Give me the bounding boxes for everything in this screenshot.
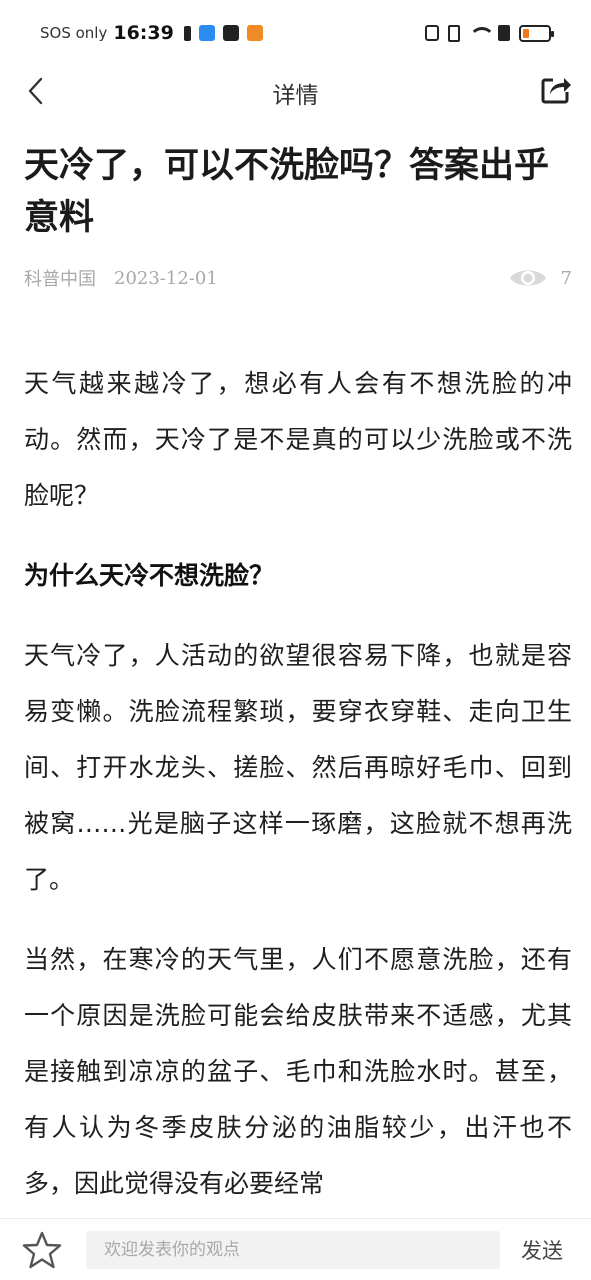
paragraph: 天气冷了，人活动的欲望很容易下降，也就是容易变懒。洗脸流程繁琐，要穿衣穿鞋、走向… — [24, 641, 572, 894]
share-button[interactable] — [539, 72, 573, 106]
eye-icon — [509, 270, 546, 286]
status-left: SOS only 16:39 — [40, 22, 263, 44]
wifi-icon — [469, 25, 495, 41]
article-title: 天冷了，可以不洗脸吗？答案出乎意料 — [24, 146, 550, 238]
battery-level — [523, 28, 529, 38]
clock: 16:39 — [113, 22, 174, 44]
article-source: 科普中国 — [24, 269, 96, 290]
share-icon — [541, 78, 571, 104]
favorite-button[interactable] — [22, 1230, 62, 1270]
article-body: 天气越来越冷了，想必有人会有不想洗脸的冲动。然而，天冷了是不是真的可以少洗脸或不… — [24, 356, 572, 1212]
section-heading: 为什么天冷不想洗脸？ — [24, 561, 275, 590]
star-icon — [22, 1231, 62, 1268]
nfc-icon — [425, 25, 439, 41]
upload-icon — [222, 25, 239, 41]
comment-bar: 发送 — [0, 1218, 591, 1280]
article-meta: 科普中国 2023-12-01 7 — [24, 262, 572, 294]
paragraph: 天气越来越冷了，想必有人会有不想洗脸的冲动。然而，天冷了是不是真的可以少洗脸或不… — [24, 369, 572, 510]
sim-alert-icon — [498, 25, 510, 41]
send-button[interactable]: 发送 — [515, 1234, 569, 1266]
status-right — [425, 24, 554, 42]
article-date: 2023-12-01 — [114, 267, 218, 289]
carrier-label: SOS only — [40, 24, 108, 42]
article: 天冷了，可以不洗脸吗？答案出乎意料 科普中国 2023-12-01 7 天气越来… — [24, 140, 572, 1236]
paragraph: 当然，在寒冷的天气里，人们不愿意洗脸，还有一个原因是洗脸可能会给皮肤带来不适感，… — [24, 945, 572, 1198]
news-app-icon — [246, 25, 263, 41]
battery-icon — [519, 24, 554, 42]
comment-input[interactable] — [86, 1230, 500, 1269]
status-bar: SOS only 16:39 — [0, 0, 591, 66]
nav-bar: 详情 — [0, 66, 591, 116]
page-title: 详情 — [272, 83, 319, 109]
view-count: 7 — [509, 266, 572, 290]
view-count-value: 7 — [560, 267, 572, 289]
app-notification-icon — [198, 25, 215, 41]
vibrate-icon — [448, 24, 460, 42]
alert-icon — [183, 25, 191, 41]
